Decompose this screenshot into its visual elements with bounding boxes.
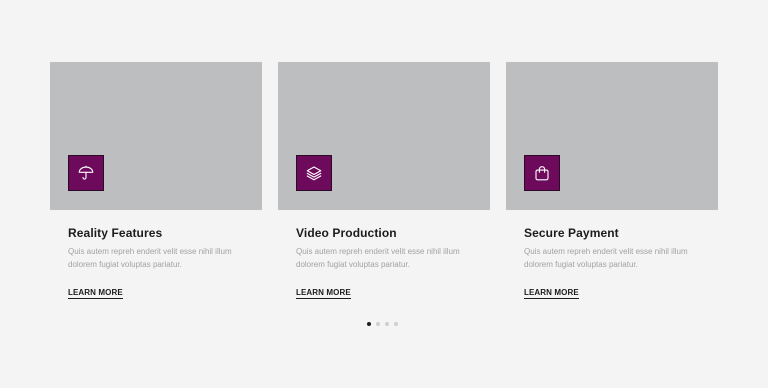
card-description: Quis autem repreh enderit velit esse nih… — [296, 247, 460, 269]
umbrella-icon — [68, 155, 104, 191]
card-title: Video Production — [296, 226, 397, 240]
card-title: Reality Features — [68, 226, 163, 240]
card-image-placeholder — [50, 62, 262, 210]
feature-carousel: Reality Features Quis autem repreh ender… — [0, 0, 768, 388]
card-description: Quis autem repreh enderit velit esse nih… — [524, 247, 688, 269]
feature-card: Video Production Quis autem repreh ender… — [278, 62, 490, 300]
card-description: Quis autem repreh enderit velit esse nih… — [68, 247, 232, 269]
layers-icon — [296, 155, 332, 191]
card-image-placeholder — [278, 62, 490, 210]
learn-more-link[interactable]: LEARN MORE — [68, 288, 123, 299]
pagination-dot[interactable] — [376, 322, 380, 326]
card-image-placeholder — [506, 62, 718, 210]
learn-more-link[interactable]: LEARN MORE — [524, 288, 579, 299]
pagination-dot[interactable] — [367, 322, 371, 326]
pagination-dot[interactable] — [385, 322, 389, 326]
card-title: Secure Payment — [524, 226, 619, 240]
carousel-pagination — [367, 322, 398, 326]
pagination-dot[interactable] — [394, 322, 398, 326]
feature-card: Reality Features Quis autem repreh ender… — [50, 62, 262, 300]
feature-card: Secure Payment Quis autem repreh enderit… — [506, 62, 718, 300]
learn-more-link[interactable]: LEARN MORE — [296, 288, 351, 299]
shopping-bag-icon — [524, 155, 560, 191]
